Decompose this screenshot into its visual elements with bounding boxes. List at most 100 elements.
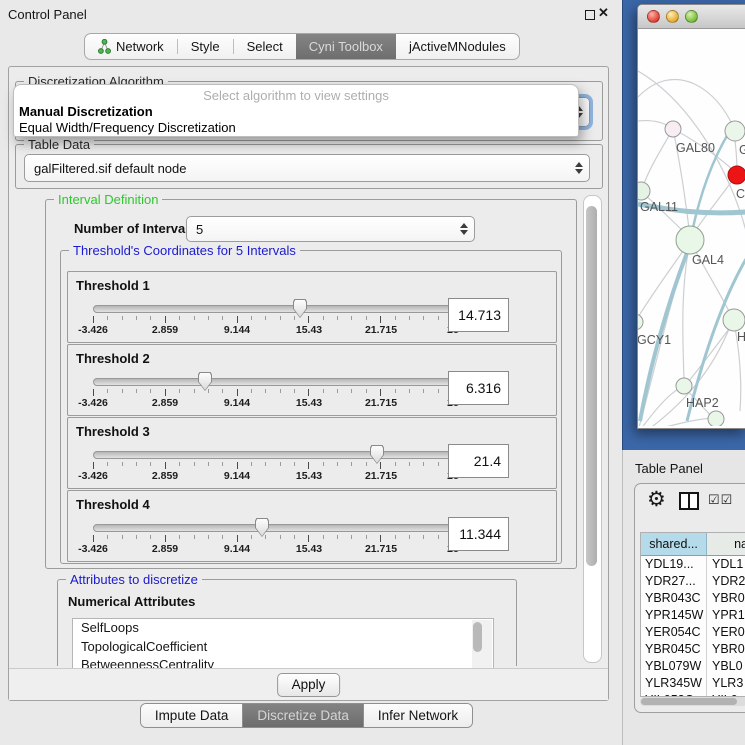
scrollbar-thumb[interactable] — [586, 206, 597, 566]
node-partial-right[interactable] — [723, 309, 745, 331]
control-panel: Control Panel ✕ Network Style Select Cyn… — [0, 0, 613, 745]
node-attribute-table: shared... na YDL19...YDL1 YDR27...YDR2 Y… — [640, 532, 745, 697]
threshold-2-slider-track[interactable] — [93, 378, 455, 386]
list-scrollbar[interactable] — [472, 620, 492, 668]
dropdown-placeholder: Select algorithm to view settings — [14, 88, 578, 103]
group-title: Attributes to discretize — [66, 572, 202, 587]
tab-discretize-data[interactable]: Discretize Data — [242, 704, 363, 727]
column-header-name[interactable]: na — [707, 533, 745, 555]
table-row[interactable]: YBR043CYBR0 — [641, 590, 745, 607]
node-gal80[interactable] — [665, 121, 681, 137]
algorithm-dropdown-popup: Select algorithm to view settings Manual… — [13, 84, 579, 137]
node-label: GAL80 — [676, 141, 715, 155]
table-data-group: Table Data galFiltered.sif default node — [15, 144, 603, 189]
traffic-light-close-icon[interactable] — [647, 10, 660, 23]
scrollbar-thumb[interactable] — [641, 698, 737, 705]
control-panel-tabbar: Network Style Select Cyni Toolbox jActiv… — [84, 33, 520, 60]
node-partial-bottom[interactable] — [708, 411, 724, 426]
network-window-titlebar[interactable] — [638, 5, 745, 29]
dropdown-item-equal-width-frequency[interactable]: Equal Width/Frequency Discretization — [19, 120, 236, 135]
node-gal4[interactable] — [676, 226, 704, 254]
node-selected-red[interactable] — [728, 166, 745, 184]
gear-icon[interactable]: ⚙ — [647, 487, 666, 512]
settings-scrollbar[interactable] — [583, 195, 602, 663]
list-item[interactable]: SelfLoops — [73, 619, 493, 638]
slider-tick-labels: -3.426 2.859 9.144 15.43 21.715 28 — [93, 397, 453, 409]
threshold-label: Threshold 4 — [76, 497, 150, 512]
table-row[interactable]: YLR345WYLR3 — [641, 675, 745, 692]
tab-infer-network[interactable]: Infer Network — [363, 704, 472, 727]
node-label: C — [736, 187, 745, 201]
main-window-strip: GAL80 GA C GAL11 GAL4 GCY1 H HAP2 Table … — [622, 0, 745, 745]
tab-select[interactable]: Select — [234, 34, 296, 59]
network-canvas[interactable]: GAL80 GA C GAL11 GAL4 GCY1 H HAP2 — [638, 29, 745, 428]
list-item[interactable]: TopologicalCoefficient — [73, 638, 493, 657]
group-title: Interval Definition — [54, 192, 162, 207]
table-row[interactable]: YPR145WYPR1 — [641, 607, 745, 624]
node-label: GCY1 — [638, 333, 671, 347]
node-gcy1[interactable] — [638, 314, 643, 330]
threshold-coordinates-group: Threshold's Coordinates for 5 Intervals … — [60, 250, 562, 564]
slider-ticks — [93, 535, 453, 542]
tab-impute-data[interactable]: Impute Data — [141, 704, 243, 727]
node-partial-top-right[interactable] — [725, 121, 745, 141]
table-row[interactable]: YBL079WYBL0 — [641, 658, 745, 675]
table-row[interactable]: YDR27...YDR2 — [641, 573, 745, 590]
number-of-intervals-combobox[interactable]: 5 — [186, 216, 475, 242]
dropdown-item-manual-discretization[interactable]: Manual Discretization — [19, 104, 153, 119]
threshold-1-slider-track[interactable] — [93, 305, 455, 313]
close-icon[interactable]: ✕ — [598, 5, 609, 21]
panel-title: Control Panel — [8, 7, 87, 22]
numerical-attributes-label: Numerical Attributes — [68, 594, 195, 609]
group-title: Threshold's Coordinates for 5 Intervals — [69, 243, 300, 258]
settings-viewport: Interval Definition Number of Intervals … — [13, 189, 604, 667]
node-label: GAL4 — [692, 253, 724, 267]
table-row[interactable]: YBR045CYBR0 — [641, 641, 745, 658]
node-hap2[interactable] — [676, 378, 692, 394]
tab-jactivemnodules[interactable]: jActiveMNodules — [396, 34, 519, 59]
slider-tick-labels: -3.426 2.859 9.144 15.43 21.715 28 — [93, 543, 453, 555]
split-table-icon[interactable] — [679, 492, 699, 510]
checkbox-columns-icon[interactable]: ☑☑ — [708, 492, 733, 508]
threshold-label: Threshold 2 — [76, 351, 150, 366]
node-label: GAL11 — [640, 200, 678, 214]
threshold-3-slider-track[interactable] — [93, 451, 455, 459]
threshold-1-value-field[interactable]: 14.713 — [448, 298, 509, 332]
table-data-value: galFiltered.sif default node — [34, 161, 186, 176]
table-data-combobox[interactable]: galFiltered.sif default node — [24, 154, 590, 182]
network-icon — [98, 39, 111, 54]
slider-ticks — [93, 462, 453, 469]
threshold-2-value-field[interactable]: 6.316 — [448, 371, 509, 405]
node-label: GA — [739, 143, 745, 157]
traffic-light-zoom-icon[interactable] — [685, 10, 698, 23]
table-row[interactable]: YDL19...YDL1 — [641, 556, 745, 573]
group-title: Table Data — [24, 137, 94, 152]
table-horizontal-scrollbar[interactable] — [640, 697, 745, 706]
table-panel: ⚙ ☑☑ shared... na YDL19...YDL1 YDR27...Y… — [634, 483, 745, 713]
threshold-label: Threshold 3 — [76, 424, 150, 439]
combo-arrows-icon — [575, 162, 583, 174]
tab-cyni-toolbox[interactable]: Cyni Toolbox — [296, 34, 396, 59]
threshold-panel-2: Threshold 2 -3.426 2.859 9.144 15.43 21.… — [67, 344, 557, 416]
column-header-shared-name[interactable]: shared... — [641, 533, 707, 555]
threshold-4-value-field[interactable]: 11.344 — [448, 517, 509, 551]
slider-tick-labels: -3.426 2.859 9.144 15.43 21.715 28 — [93, 470, 453, 482]
tab-network[interactable]: Network — [85, 34, 177, 59]
node-label: H — [737, 330, 745, 344]
traffic-light-minimize-icon[interactable] — [666, 10, 679, 23]
threshold-panel-3: Threshold 3 -3.426 2.859 9.144 15.43 21.… — [67, 417, 557, 489]
threshold-label: Threshold 1 — [76, 278, 150, 293]
slider-tick-labels: -3.426 2.859 9.144 15.43 21.715 28 — [93, 324, 453, 336]
apply-button[interactable]: Apply — [277, 673, 341, 697]
threshold-4-slider-track[interactable] — [93, 524, 455, 532]
number-of-intervals-label: Number of Intervals — [74, 221, 196, 236]
slider-ticks — [93, 389, 453, 396]
interval-definition-group: Interval Definition Number of Intervals … — [45, 199, 577, 569]
network-view-window[interactable]: GAL80 GA C GAL11 GAL4 GCY1 H HAP2 — [637, 4, 745, 429]
tab-style[interactable]: Style — [178, 34, 233, 59]
threshold-3-value-field[interactable]: 21.4 — [448, 444, 509, 478]
threshold-panel-1: Threshold 1 -3.426 2.859 9.144 15.43 21.… — [67, 271, 557, 343]
table-row[interactable]: YER054CYER0 — [641, 624, 745, 641]
cyni-bottom-tabbar: Impute Data Discretize Data Infer Networ… — [0, 703, 613, 728]
float-window-icon[interactable] — [585, 10, 595, 20]
